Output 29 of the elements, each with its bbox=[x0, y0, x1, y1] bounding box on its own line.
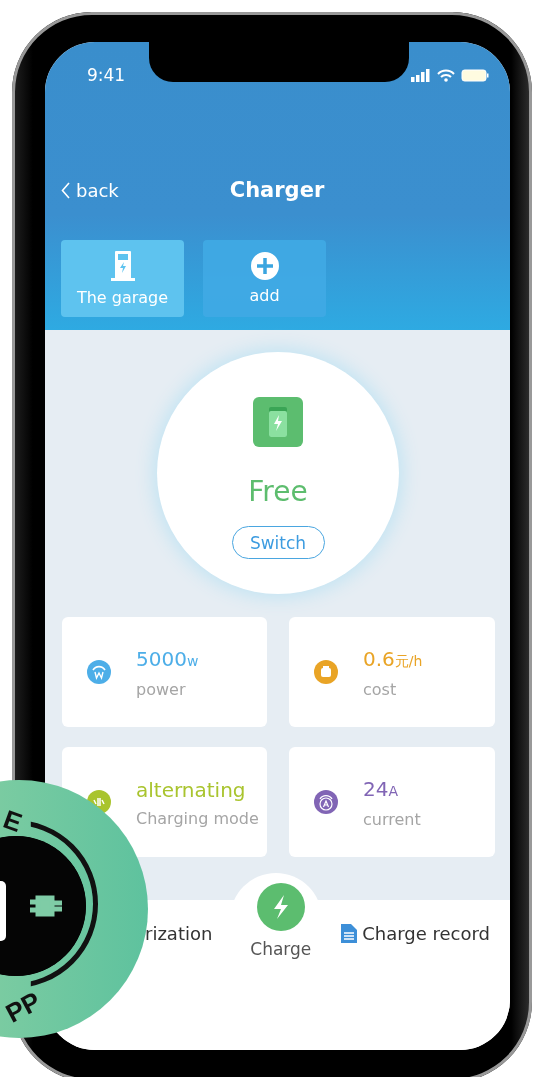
stat-value: 5000w bbox=[136, 645, 199, 673]
back-button[interactable]: back bbox=[61, 179, 119, 201]
charge-record-button[interactable]: Charge record bbox=[341, 923, 490, 944]
garage-tab[interactable]: The garage bbox=[61, 240, 184, 317]
stat-label: current bbox=[363, 809, 421, 829]
stat-value: 24A bbox=[363, 775, 400, 803]
add-icon bbox=[250, 252, 279, 280]
battery-charging-icon bbox=[253, 397, 303, 447]
badge-text: E bbox=[0, 803, 27, 840]
authorization-link[interactable]: rization bbox=[145, 923, 213, 1050]
status-text: Free bbox=[248, 475, 308, 508]
garage-tab[interactable]: add bbox=[203, 240, 326, 317]
stat-value: 0.6元/h bbox=[363, 645, 423, 673]
stat-label: power bbox=[136, 679, 187, 699]
document-icon bbox=[341, 924, 358, 943]
switch-button[interactable]: Switch bbox=[231, 526, 325, 559]
signal-icon bbox=[411, 68, 431, 82]
charge-button[interactable]: Charge bbox=[250, 883, 312, 1050]
page-title: Charger bbox=[229, 178, 325, 202]
stat-label: cost bbox=[363, 679, 398, 699]
lightning-icon bbox=[256, 883, 305, 931]
wifi-icon bbox=[437, 68, 455, 82]
charging-station-icon bbox=[108, 250, 137, 282]
stat-label: Charging mode bbox=[136, 808, 259, 828]
badge-text: PP bbox=[0, 985, 46, 1030]
battery-icon bbox=[461, 68, 489, 82]
stat-value: alternating bbox=[136, 776, 247, 803]
status-time: 9:41 bbox=[87, 65, 127, 85]
chevron-left-icon bbox=[61, 181, 70, 199]
